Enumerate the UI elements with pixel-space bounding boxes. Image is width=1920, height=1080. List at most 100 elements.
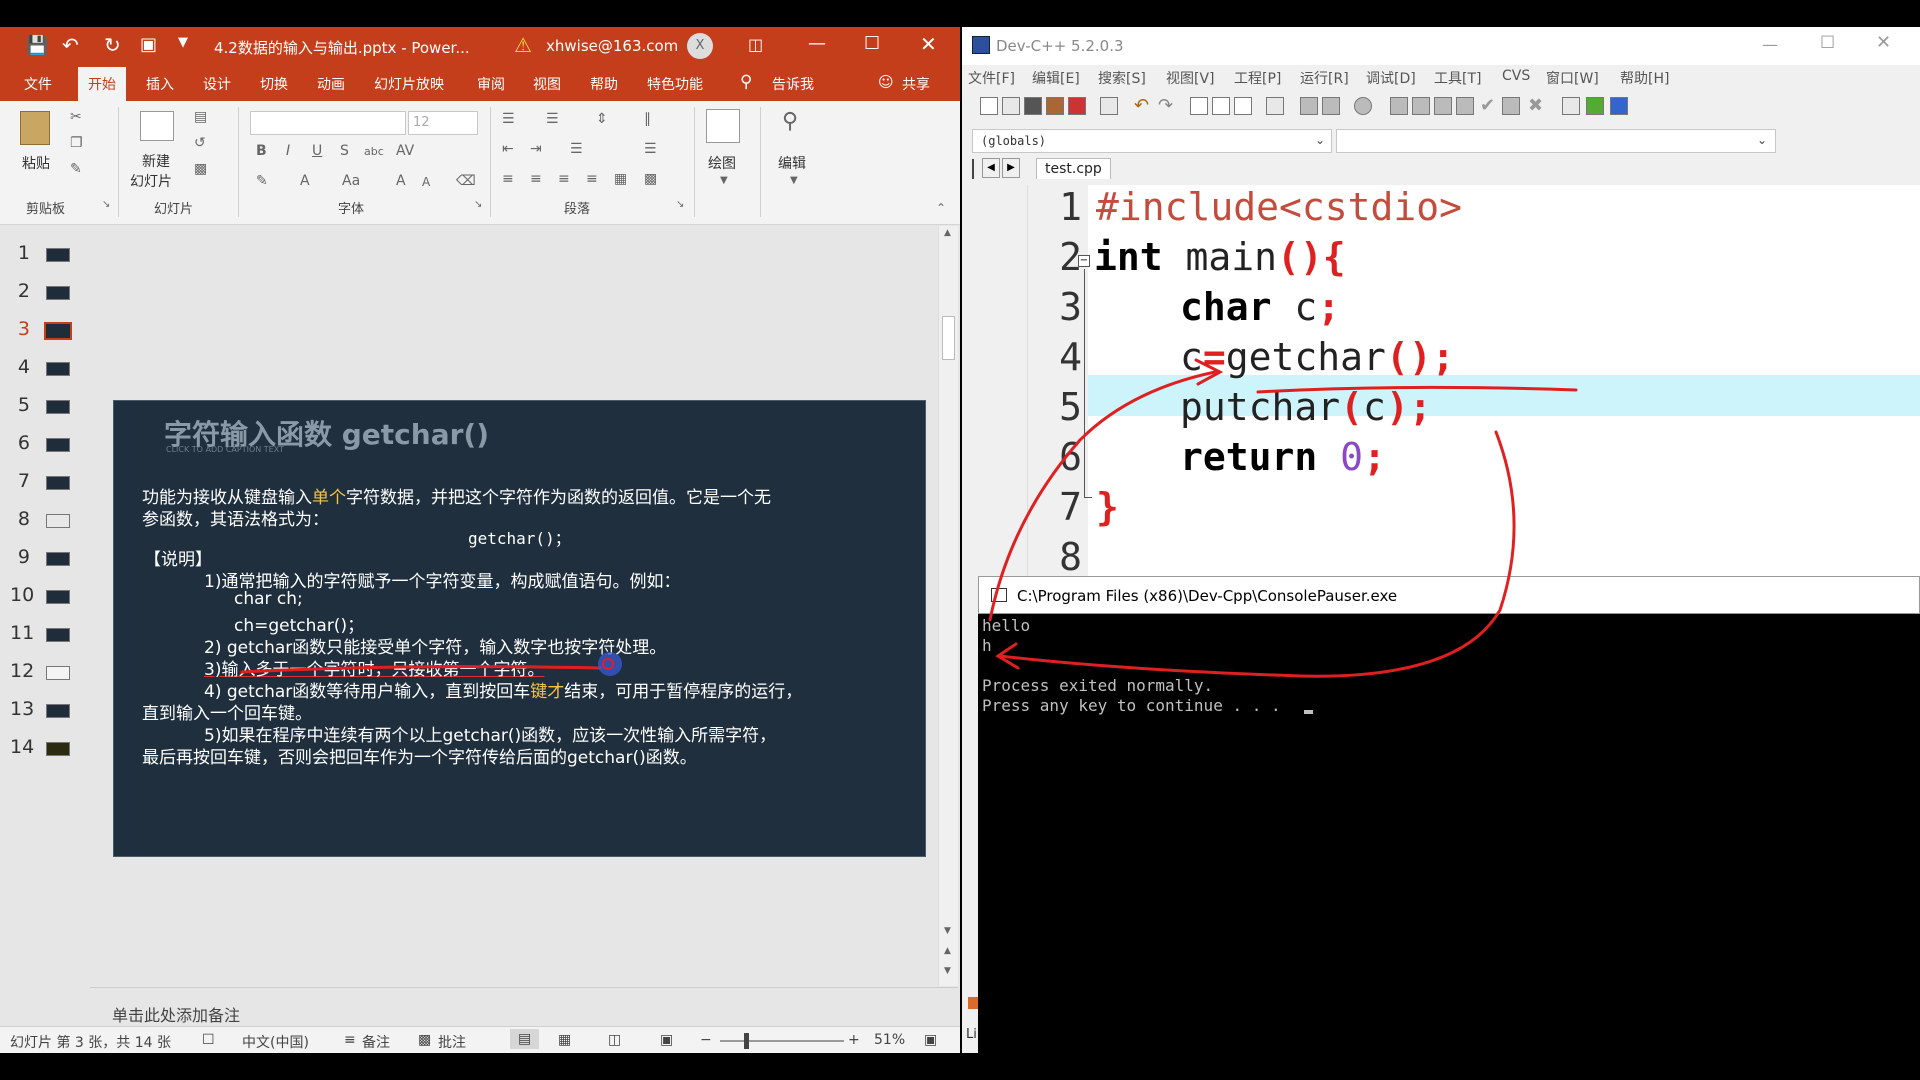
indent-icon[interactable] [1300, 97, 1318, 115]
sorter-view-icon[interactable]: ▦ [558, 1032, 571, 1048]
tab-right-icon[interactable]: ▶ [1002, 158, 1020, 178]
vertical-scrollbar[interactable]: ▲ ▼ ▲ ▼ [938, 226, 958, 986]
font-name-combo[interactable] [250, 111, 406, 135]
save-all-icon[interactable] [1046, 97, 1064, 115]
slide-thumbnail[interactable] [46, 666, 70, 680]
share-button[interactable]: 共享 [902, 74, 930, 94]
thumb-number[interactable]: 14 [10, 736, 34, 758]
cut-icon[interactable]: ✂ [70, 109, 82, 125]
compile-icon[interactable] [1390, 97, 1408, 115]
add-file-icon[interactable] [1586, 97, 1604, 115]
toggle-comment-icon[interactable] [1354, 97, 1372, 115]
spacing-icon[interactable]: AV [396, 143, 414, 159]
tab-slideshow[interactable]: 幻灯片放映 [374, 74, 444, 94]
tab-review[interactable]: 审阅 [477, 74, 505, 94]
tab-insert[interactable]: 插入 [146, 74, 174, 94]
menu-edit[interactable]: 编辑[E] [1032, 68, 1080, 88]
zoom-slider[interactable] [720, 1040, 844, 1042]
columns-icon[interactable]: ∥ [644, 111, 651, 127]
open-icon[interactable] [1002, 97, 1020, 115]
draw-icon[interactable] [706, 109, 740, 143]
check-icon[interactable]: ✔ [1480, 95, 1495, 116]
menu-file[interactable]: 文件[F] [968, 68, 1015, 88]
chevron-down-icon[interactable]: ⌄ [1757, 133, 1767, 147]
thumb-number[interactable]: 11 [10, 622, 34, 644]
close-file-icon[interactable] [1068, 97, 1086, 115]
compile-run-icon[interactable] [1434, 97, 1452, 115]
slide-thumbnail[interactable] [46, 476, 70, 490]
layout-icon[interactable]: ▤ [194, 109, 207, 125]
numbering-icon[interactable]: ☰ [546, 111, 559, 127]
slide-canvas[interactable]: 字符输入函数 getchar() CLICK TO ADD CAPTION TE… [113, 400, 926, 857]
slide-thumbnail-selected[interactable] [44, 322, 72, 340]
align-left-icon[interactable]: ≡ [502, 171, 514, 187]
next-slide-icon[interactable]: ▼ [944, 966, 951, 976]
thumb-number[interactable]: 10 [10, 584, 34, 606]
thumb-number[interactable]: 1 [10, 242, 30, 264]
align-center-icon[interactable]: ≡ [530, 171, 542, 187]
customize-icon[interactable]: ▼ [178, 35, 188, 50]
redo-icon[interactable]: ↷ [1158, 95, 1173, 116]
slideshow-view-icon[interactable]: ▣ [660, 1032, 673, 1048]
menu-window[interactable]: 窗口[W] [1546, 68, 1599, 88]
paste-button[interactable]: 粘贴 [22, 153, 50, 173]
chevron-down-icon[interactable]: ⌄ [1315, 133, 1325, 147]
align-text-icon[interactable]: ☰ [644, 141, 657, 157]
print-icon[interactable] [1100, 97, 1118, 115]
debug-icon[interactable] [1502, 97, 1520, 115]
replace-icon[interactable] [1212, 97, 1230, 115]
font-size-combo[interactable]: 12 [408, 111, 478, 135]
minimize-icon[interactable]: — [808, 33, 826, 54]
tab-animations[interactable]: 动画 [317, 74, 345, 94]
eraser-icon[interactable]: ⌫ [456, 173, 476, 189]
maximize-icon[interactable]: ☐ [864, 33, 880, 54]
shadow-icon[interactable]: S [340, 143, 349, 159]
close-icon[interactable]: ✕ [920, 32, 937, 56]
slide-thumbnail[interactable] [46, 628, 70, 642]
fit-slide-icon[interactable]: ▣ [924, 1032, 937, 1048]
scope-combo[interactable]: (globals) ⌄ [972, 129, 1332, 153]
search-icon[interactable]: ⚲ [782, 109, 798, 134]
notes-placeholder[interactable]: 单击此处添加备注 [112, 1002, 240, 1026]
smartart-icon[interactable]: ▩ [644, 171, 657, 187]
thumb-number[interactable]: 5 [10, 394, 30, 416]
slide-thumbnail[interactable] [46, 514, 70, 528]
code-editor[interactable]: 1 2 3 4 5 6 7 8 − #include<cstdio> int m… [1030, 185, 1920, 585]
menu-search[interactable]: 搜索[S] [1098, 68, 1146, 88]
comments-icon[interactable]: ▩ [418, 1032, 431, 1048]
launcher-icon[interactable]: ↘ [474, 199, 482, 210]
paste-icon[interactable] [20, 111, 50, 145]
slide-thumbnail[interactable] [46, 552, 70, 566]
menu-project[interactable]: 工程[P] [1234, 68, 1281, 88]
new-file-icon[interactable] [980, 97, 998, 115]
scroll-thumb[interactable] [942, 316, 955, 360]
goto-line-icon[interactable] [1266, 97, 1284, 115]
undo-icon[interactable]: ↶ [62, 33, 79, 57]
justify-icon[interactable]: ≡ [586, 171, 598, 187]
splitter[interactable] [972, 159, 976, 179]
align-right-icon[interactable]: ≡ [558, 171, 570, 187]
normal-view-icon[interactable]: ▤ [510, 1029, 540, 1049]
section-icon[interactable]: ▩ [194, 161, 207, 177]
tab-design[interactable]: 设计 [203, 74, 231, 94]
reading-view-icon[interactable]: ◫ [608, 1032, 621, 1048]
slide-thumbnail[interactable] [46, 704, 70, 718]
chevron-down-icon[interactable]: ▼ [790, 175, 798, 186]
maximize-icon[interactable]: ☐ [1820, 33, 1835, 53]
collapse-ribbon-icon[interactable]: ⌃ [936, 201, 946, 215]
save-icon[interactable] [1024, 97, 1042, 115]
present-icon[interactable]: ▣ [140, 34, 157, 55]
thumb-number[interactable]: 6 [10, 432, 30, 454]
scroll-down-icon[interactable]: ▼ [944, 926, 951, 936]
slide-thumbnail[interactable] [46, 742, 70, 756]
menu-debug[interactable]: 调试[D] [1366, 68, 1416, 88]
strikethrough-icon[interactable]: abc [364, 145, 384, 158]
zoom-level[interactable]: 51% [874, 1032, 905, 1048]
unindent-icon[interactable] [1322, 97, 1340, 115]
edit-button[interactable]: 编辑 [778, 153, 806, 173]
copy-icon[interactable]: ❐ [70, 135, 83, 151]
account-name[interactable]: xhwise@163.com [546, 37, 678, 55]
thumb-number[interactable]: 8 [10, 508, 30, 530]
clear-format-icon[interactable]: ✎ [256, 173, 268, 189]
chevron-down-icon[interactable]: ▼ [720, 175, 728, 186]
